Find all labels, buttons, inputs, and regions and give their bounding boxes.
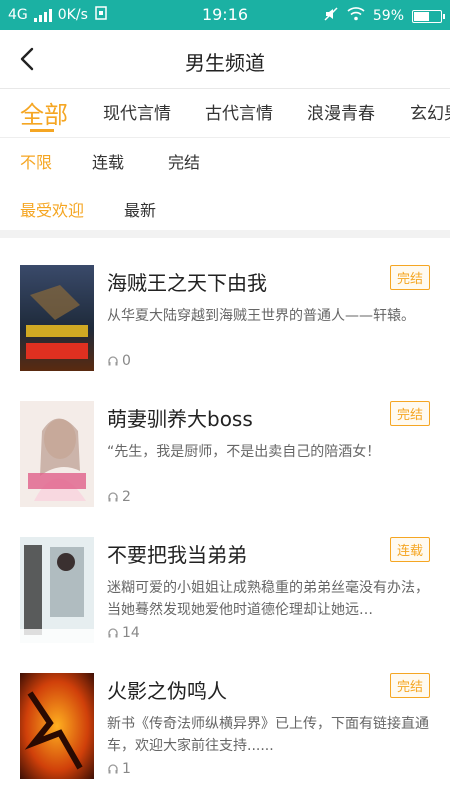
status-badge: 完结 [389,265,430,290]
book-cover [20,673,94,779]
category-tabs: 全部 现代言情 古代言情 浪漫青春 玄幻男 [0,89,450,138]
status-badge: 完结 [389,673,430,698]
book-cover [20,265,94,371]
filter-serializing[interactable]: 连载 [92,149,124,173]
tab-all[interactable]: 全部 [20,95,68,130]
section-divider [0,230,450,238]
tab-ancient-romance[interactable]: 古代言情 [205,99,273,124]
tab-fantasy[interactable]: 玄幻男 [410,99,450,124]
play-count: 0 [122,353,131,369]
sort-filter-row: 最受欢迎 最新 [0,193,450,223]
status-badge: 连载 [389,537,430,562]
wifi-icon [347,7,365,25]
headphone-icon [108,356,118,366]
filter-completed[interactable]: 完结 [168,149,200,173]
play-count: 14 [122,625,140,641]
play-count: 2 [122,489,131,505]
status-badge: 完结 [389,401,430,426]
book-description: “先生，我是厨师，不是出卖自己的陪酒女！ [107,444,381,460]
book-title: 萌妻驯养大boss [107,407,253,431]
status-bar: 4G 0K/s 19:16 59% [0,0,450,30]
tab-modern-romance[interactable]: 现代言情 [103,99,171,124]
book-description: 迷糊可爱的小姐姐让成熟稳重的弟弟丝毫没有办法，当她蓦然发现她爱他时道德伦理却让她… [107,580,429,618]
sort-most-popular[interactable]: 最受欢迎 [20,197,84,221]
book-item[interactable]: 海贼王之天下由我 完结 从华夏大陆穿越到海贼王世界的普通人——轩辕。 0 [0,265,450,393]
page-title: 男生频道 [185,51,265,75]
play-count: 1 [122,761,131,777]
battery-percent: 59% [372,8,404,24]
book-title: 不要把我当弟弟 [107,543,247,567]
headphone-icon [108,492,118,502]
book-item[interactable]: 不要把我当弟弟 连载 迷糊可爱的小姐姐让成熟稳重的弟弟丝毫没有办法，当她蓦然发现… [0,537,450,665]
headphone-icon [108,764,118,774]
battery-icon [412,9,445,23]
tab-active-indicator [30,129,54,132]
book-description: 从华夏大陆穿越到海贼王世界的普通人——轩辕。 [107,308,415,324]
book-title: 火影之伪鸣人 [107,679,227,703]
mute-icon [323,6,339,26]
book-item[interactable]: 火影之伪鸣人 完结 新书《传奇法师纵横异界》已上传，下面有链接直通车，欢迎大家前… [0,673,450,801]
header: 男生频道 [0,30,450,89]
filter-unlimited[interactable]: 不限 [20,149,52,173]
status-filter-row: 不限 连载 完结 [0,145,450,175]
book-item[interactable]: 萌妻驯养大boss 完结 “先生，我是厨师，不是出卖自己的陪酒女！ 2 [0,401,450,529]
headphone-icon [108,628,118,638]
book-title: 海贼王之天下由我 [107,271,267,295]
book-cover [20,537,94,643]
book-description: 新书《传奇法师纵横异界》已上传，下面有链接直通车，欢迎大家前往支持...... [107,716,429,754]
sort-newest[interactable]: 最新 [124,197,156,221]
tab-youth-romance[interactable]: 浪漫青春 [307,99,375,124]
book-cover [20,401,94,507]
